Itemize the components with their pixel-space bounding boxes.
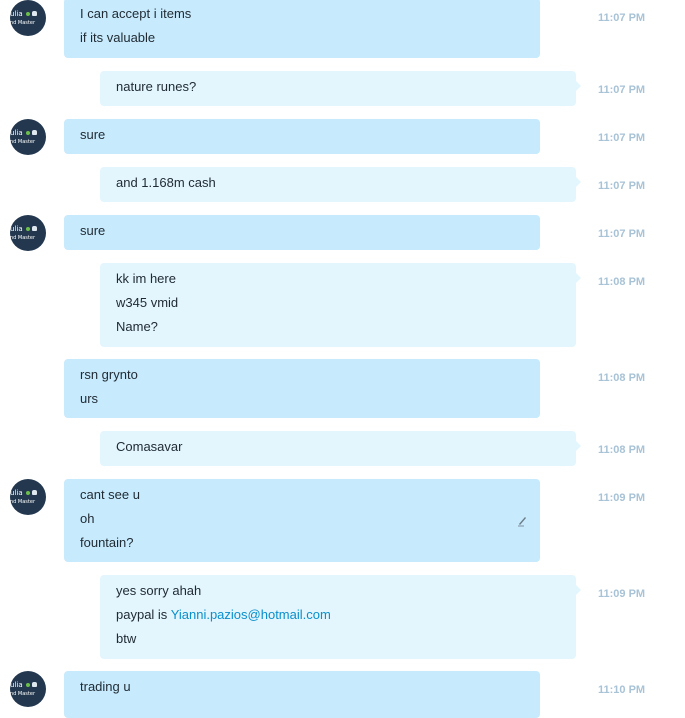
person-icon — [32, 490, 37, 495]
avatar-sublabel: nd Master — [10, 235, 36, 241]
timestamp: 11:09 PM — [598, 588, 646, 600]
timestamp: 11:07 PM — [598, 12, 646, 24]
avatar[interactable]: ulia nd Master — [10, 0, 46, 36]
message-bubble[interactable]: sure — [64, 215, 540, 250]
pencil-icon[interactable] — [516, 515, 528, 527]
message-text: nature runes? — [116, 79, 197, 94]
timestamp: 11:09 PM — [598, 492, 646, 504]
person-icon — [32, 11, 37, 16]
avatar-sublabel: nd Master — [10, 139, 36, 145]
message-text: trading u — [80, 679, 131, 694]
person-icon — [32, 682, 37, 687]
avatar[interactable]: ulia nd Master — [10, 119, 46, 155]
message-text: and 1.168m cash — [116, 175, 216, 190]
message-bubble[interactable]: rsn grynto urs — [64, 359, 540, 418]
message-bubble[interactable]: trading u — [64, 671, 540, 718]
message-bubble[interactable]: cant see u oh fountain? — [64, 479, 540, 562]
status-dot — [26, 491, 30, 495]
message-text: oh — [80, 511, 95, 526]
timestamp: 11:07 PM — [598, 84, 646, 96]
avatar[interactable]: ulia nd Master — [10, 479, 46, 515]
timestamp: 11:08 PM — [598, 372, 646, 384]
timestamp: 11:08 PM — [598, 444, 646, 456]
message-text: Comasavar — [116, 439, 183, 454]
message-text: if its valuable — [80, 30, 156, 45]
avatar-label: ulia — [10, 225, 23, 233]
status-dot — [26, 131, 30, 135]
message-bubble[interactable]: nature runes? — [100, 71, 581, 106]
avatar-sublabel: nd Master — [10, 499, 36, 505]
message-bubble[interactable]: sure — [64, 119, 540, 154]
message-text: Name? — [116, 319, 158, 334]
status-dot — [26, 683, 30, 687]
message-text: yes sorry ahah — [116, 583, 202, 598]
avatar-label: ulia — [10, 129, 23, 137]
message-text: sure — [80, 127, 106, 142]
timestamp: 11:07 PM — [598, 228, 646, 240]
status-dot — [26, 12, 30, 16]
avatar-sublabel: nd Master — [10, 20, 36, 26]
message-bubble[interactable]: Comasavar — [100, 431, 581, 466]
message-text: rsn grynto — [80, 367, 138, 382]
avatar-label: ulia — [10, 681, 23, 689]
timestamp: 11:07 PM — [598, 132, 646, 144]
message-text: btw — [116, 631, 137, 646]
message-text: paypal is — [116, 607, 171, 622]
person-icon — [32, 130, 37, 135]
timestamp: 11:07 PM — [598, 180, 646, 192]
avatar[interactable]: ulia nd Master — [10, 215, 46, 251]
message-bubble[interactable]: and 1.168m cash — [100, 167, 581, 202]
status-dot — [26, 227, 30, 231]
avatar-sublabel: nd Master — [10, 691, 36, 697]
avatar-label: ulia — [10, 489, 23, 497]
message-bubble[interactable]: kk im here w345 vmid Name? — [100, 263, 581, 347]
message-text: w345 vmid — [116, 295, 179, 310]
avatar[interactable]: ulia nd Master — [10, 671, 46, 707]
message-text: I can accept i items — [80, 6, 192, 21]
message-text-with-link: paypal is Yianni.pazios@hotmail.com — [116, 605, 560, 629]
message-text: fountain? — [80, 535, 134, 550]
person-icon — [32, 226, 37, 231]
message-text: kk im here — [116, 271, 176, 286]
message-text: urs — [80, 391, 99, 406]
message-text: sure — [80, 223, 106, 238]
timestamp: 11:08 PM — [598, 276, 646, 288]
email-link[interactable]: Yianni.pazios@hotmail.com — [171, 607, 331, 622]
message-bubble[interactable]: I can accept i items if its valuable — [64, 0, 540, 58]
message-text: cant see u — [80, 487, 140, 502]
avatar-label: ulia — [10, 10, 23, 18]
message-bubble[interactable]: yes sorry ahah paypal is Yianni.pazios@h… — [100, 575, 581, 659]
timestamp: 11:10 PM — [598, 684, 646, 696]
